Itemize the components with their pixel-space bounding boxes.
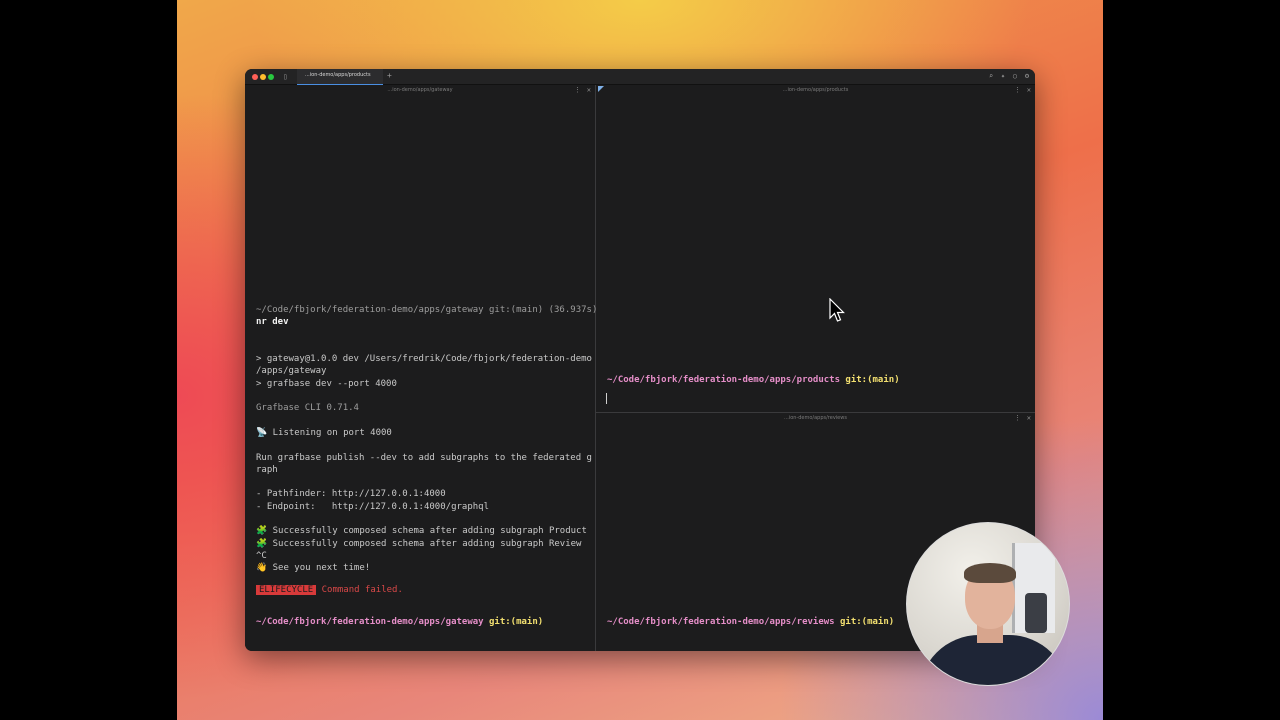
sidebar-toggle-icon[interactable]: ▯ <box>283 71 288 82</box>
pane-title: ...ion-demo/apps/products <box>782 87 849 93</box>
prompt-path: ~/Code/fbjork/federation-demo/apps/gatew… <box>256 617 484 627</box>
pane-menu-icon[interactable]: ⋮ <box>1014 414 1021 422</box>
terminal-line: 📡 Listening on port 4000 <box>256 427 392 438</box>
letterbox-right <box>1103 0 1280 720</box>
search-icon[interactable]: ⌕ <box>987 72 995 80</box>
webcam-overlay <box>906 522 1070 686</box>
letterbox-left <box>0 0 177 720</box>
title-bar: ▯ ...ion-demo/apps/products + ⌕ ✦ ○ ⚙ <box>245 69 1035 85</box>
sparkle-icon[interactable]: ✦ <box>999 72 1007 80</box>
prompt-path: ~/Code/fbjork/federation-demo/apps/produ… <box>607 375 840 385</box>
terminal-line: - Pathfinder: http://127.0.0.1:4000 <box>256 489 446 500</box>
tab-products[interactable]: ...ion-demo/apps/products <box>297 69 383 85</box>
shell-prompt: ~/Code/fbjork/federation-demo/apps/revie… <box>607 616 894 628</box>
tab-title: ...ion-demo/apps/products <box>305 72 371 78</box>
prompt-path: ~/Code/fbjork/federation-demo/apps/revie… <box>607 617 835 627</box>
close-icon[interactable]: ✕ <box>587 86 591 94</box>
pane-menu-icon[interactable]: ⋮ <box>574 86 581 94</box>
close-icon[interactable]: ✕ <box>1027 86 1031 94</box>
zoom-window-button[interactable] <box>268 74 274 80</box>
mouse-pointer-icon <box>829 298 845 322</box>
shell-prompt: ~/Code/fbjork/federation-demo/apps/gatew… <box>256 616 543 628</box>
terminal-line: Run grafbase publish --dev to add subgra… <box>256 452 592 463</box>
close-icon[interactable]: ✕ <box>1027 414 1031 422</box>
minimize-window-button[interactable] <box>260 74 266 80</box>
error-text: Command failed. <box>321 585 403 595</box>
terminal-line: 👋 See you next time! <box>256 563 371 574</box>
prompt-git: git:(main) <box>840 617 895 627</box>
pane-title: ...ion-demo/apps/gateway <box>387 87 453 93</box>
pane-title: ...ion-demo/apps/reviews <box>784 415 847 421</box>
presenter-hair <box>964 563 1016 583</box>
bulb-icon[interactable]: ○ <box>1011 72 1019 80</box>
terminal-line: - Endpoint: http://127.0.0.1:4000/graphq… <box>256 501 489 512</box>
text-cursor[interactable] <box>606 393 607 404</box>
background-chair <box>1025 593 1047 633</box>
terminal-line: 🧩 Successfully composed schema after add… <box>256 538 582 549</box>
titlebar-actions: ⌕ ✦ ○ ⚙ <box>987 72 1031 80</box>
terminal-line: ^C <box>256 550 267 561</box>
terminal-line: /apps/gateway <box>256 366 327 377</box>
terminal-line: Grafbase CLI 0.71.4 <box>256 403 359 414</box>
error-badge: ELIFECYCLE <box>256 585 317 595</box>
terminal-output: ~/Code/fbjork/federation-demo/apps/gatew… <box>256 304 597 575</box>
pane-products[interactable]: ...ion-demo/apps/products ⋮ ✕ ~/Code/fbj… <box>596 85 1035 413</box>
settings-icon[interactable]: ⚙ <box>1023 72 1031 80</box>
error-line: ELIFECYCLE Command failed. <box>256 584 403 596</box>
prompt-git: git:(main) <box>489 617 544 627</box>
terminal-line: > gateway@1.0.0 dev /Users/fredrik/Code/… <box>256 354 592 365</box>
terminal-line: ~/Code/fbjork/federation-demo/apps/gatew… <box>256 305 598 315</box>
terminal-line: 🧩 Successfully composed schema after add… <box>256 526 587 537</box>
pane-menu-icon[interactable]: ⋮ <box>1014 86 1021 94</box>
shell-prompt: ~/Code/fbjork/federation-demo/apps/produ… <box>607 374 900 386</box>
terminal-line: > grafbase dev --port 4000 <box>256 378 397 389</box>
new-tab-button[interactable]: + <box>387 71 392 81</box>
terminal-line: nr dev <box>256 317 289 328</box>
terminal-line: raph <box>256 464 278 475</box>
close-window-button[interactable] <box>252 74 258 80</box>
pane-gateway[interactable]: ...ion-demo/apps/gateway ⋮ ✕ ~/Code/fbjo… <box>245 85 597 651</box>
prompt-git: git:(main) <box>845 375 900 385</box>
